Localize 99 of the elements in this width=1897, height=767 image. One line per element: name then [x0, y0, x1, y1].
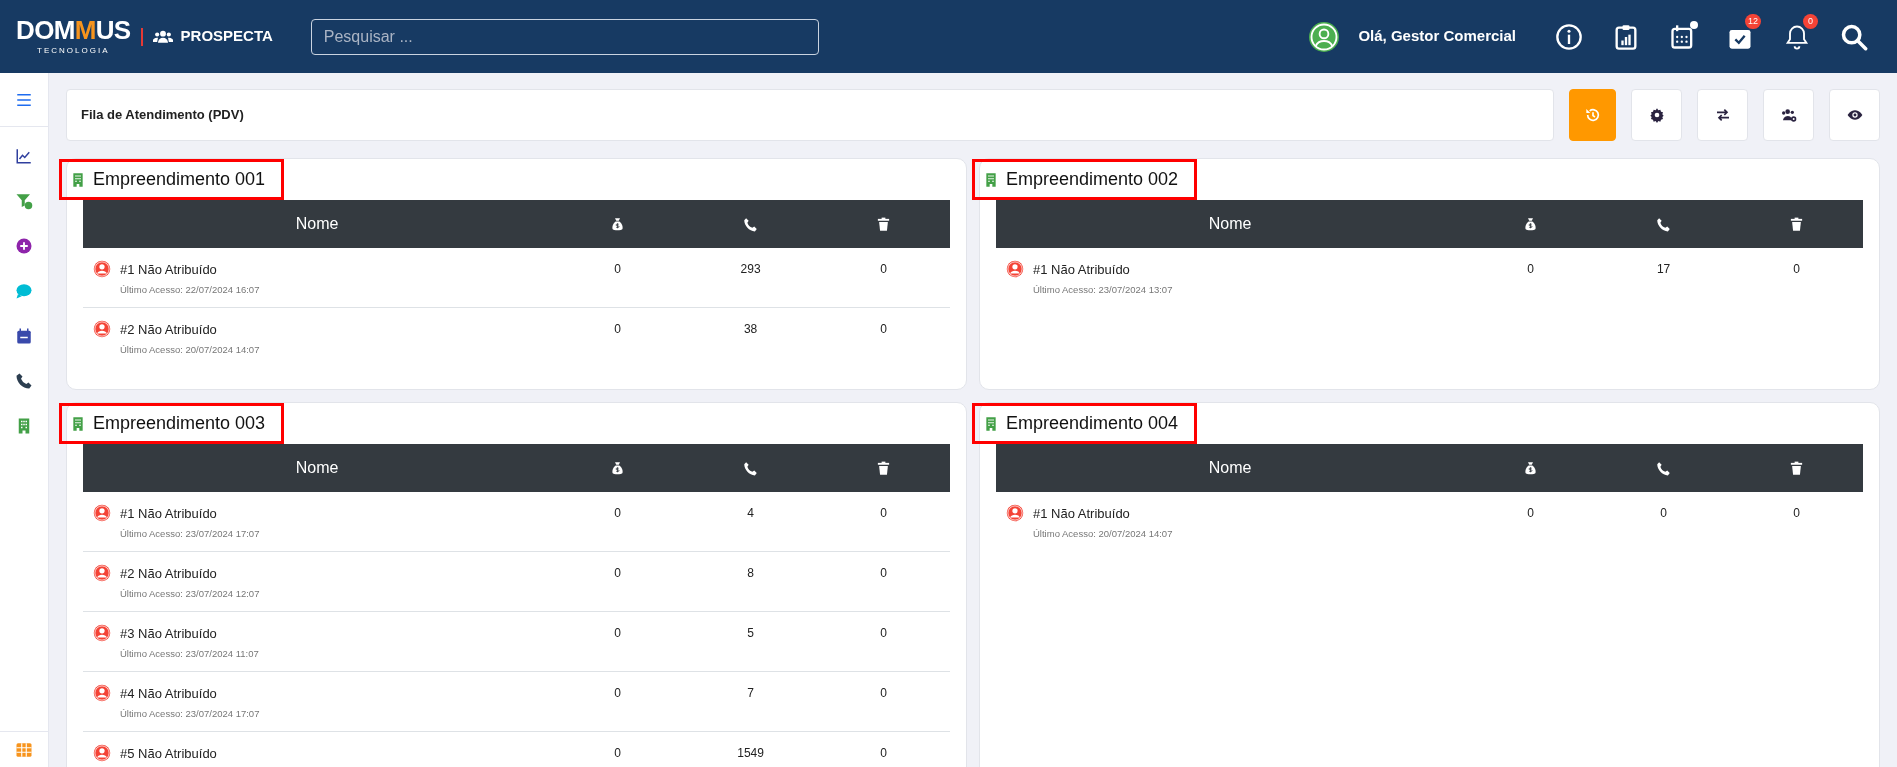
phone-icon — [743, 460, 759, 476]
phone-icon — [1656, 460, 1672, 476]
table-cell-text: 0 — [880, 625, 887, 642]
user-avatar-icon — [93, 260, 111, 278]
table-cell-text: 0 — [1527, 505, 1534, 522]
trash-icon — [876, 216, 891, 232]
column-header: Nome — [1207, 458, 1253, 478]
last-access-text: Último Acesso: 22/07/2024 16:07 — [120, 282, 260, 297]
search-icon — [1840, 22, 1868, 51]
settings-icon — [1648, 107, 1665, 123]
queue-entry-name: #1 Não Atribuído — [120, 261, 218, 279]
trash-icon — [1789, 460, 1804, 476]
user-avatar-icon — [93, 624, 111, 642]
history-icon — [1584, 107, 1601, 123]
table-cell-text: 0 — [1793, 261, 1800, 278]
last-access-text: Último Acesso: 23/07/2024 11:07 — [120, 646, 259, 661]
table-cell-text: 0 — [614, 745, 621, 762]
table-cell-text: 0 — [880, 685, 887, 702]
table-cell-text: 1549 — [737, 745, 764, 762]
building-icon — [983, 171, 999, 188]
table-cell-text: 4 — [747, 505, 754, 522]
table-cell-text: 0 — [1660, 505, 1667, 522]
money-bag-icon — [610, 460, 626, 476]
last-access-text: Último Acesso: 23/07/2024 13:07 — [1033, 282, 1173, 297]
card-title: Empreendimento 004 — [1006, 412, 1180, 435]
eye-icon — [1846, 107, 1863, 123]
queue-entry-name: #1 Não Atribuído — [120, 505, 218, 523]
grid-icon — [15, 740, 33, 759]
table-cell-text: 293 — [740, 261, 761, 278]
count-badge: 0 — [1803, 13, 1818, 29]
swap-arrows-button[interactable] — [1697, 89, 1748, 141]
last-access-text: Último Acesso: 23/07/2024 17:07 — [120, 706, 260, 721]
user-greeting: Olá, Gestor Comercial — [1358, 26, 1516, 47]
building-icon — [70, 415, 86, 432]
dommus-logo: DOMMUS TECNOLOGIA — [16, 16, 131, 57]
search-field[interactable]: Pesquisar ... — [310, 18, 819, 55]
money-bag-icon — [610, 216, 626, 232]
last-access-text: Último Acesso: 20/07/2024 14:07 — [1033, 526, 1173, 541]
table-cell-text: 0 — [614, 505, 621, 522]
table-cell-text: 0 — [614, 261, 621, 278]
money-bag-icon — [1523, 460, 1539, 476]
settings-button[interactable] — [1631, 89, 1682, 141]
user-avatar-icon — [1006, 260, 1024, 278]
table-cell-text: 5 — [747, 625, 754, 642]
user-avatar-icon — [93, 320, 111, 338]
queue-entry-name: #1 Não Atribuído — [1033, 261, 1131, 279]
money-bag-icon — [1523, 216, 1539, 232]
phone-icon — [1656, 216, 1672, 232]
table-cell-text: 8 — [747, 565, 754, 582]
table-cell-text: 0 — [880, 505, 887, 522]
phone-icon — [743, 216, 759, 232]
queue-entry-name: #5 Não Atribuído — [120, 745, 217, 763]
queue-entry-name: #2 Não Atribuído — [120, 565, 218, 583]
table-cell-text: 0 — [880, 321, 887, 338]
table-cell-text: 0 — [614, 321, 621, 338]
table-cell-text: 0 — [1793, 505, 1800, 522]
table-cell-text: 0 — [614, 685, 621, 702]
last-access-text: Último Acesso: 20/07/2024 14:07 — [120, 342, 260, 357]
avatar-icon — [1309, 21, 1340, 52]
table-cell-text: 0 — [614, 625, 621, 642]
table-cell-text: 17 — [1656, 261, 1671, 278]
users-gear-button[interactable] — [1763, 89, 1814, 141]
table-cell-text: 7 — [747, 685, 754, 702]
column-header: Nome — [294, 458, 340, 478]
table-cell-text: 0 — [614, 565, 621, 582]
queue-entry-name: #3 Não Atribuído — [120, 625, 218, 643]
column-header: Nome — [1207, 214, 1253, 234]
info-icon — [1555, 22, 1583, 51]
table-cell-text: 0 — [880, 745, 887, 762]
eye-button[interactable] — [1829, 89, 1880, 141]
user-avatar-icon — [93, 744, 111, 762]
queue-entry-name: #4 Não Atribuído — [120, 685, 218, 703]
table-cell-text: 0 — [880, 261, 887, 278]
building-icon — [983, 415, 999, 432]
page-title: Fila de Atendimento (PDV) — [81, 106, 244, 125]
user-avatar-icon — [93, 504, 111, 522]
logo-tagline: TECNOLOGIA — [37, 44, 110, 57]
queue-entry-name: #2 Não Atribuído — [120, 321, 218, 339]
module-name: PROSPECTA — [180, 26, 273, 47]
column-header: Nome — [294, 214, 340, 234]
user-avatar-icon — [93, 564, 111, 582]
queue-entry-name: #1 Não Atribuído — [1033, 505, 1131, 523]
last-access-text: Último Acesso: 23/07/2024 17:07 — [120, 526, 260, 541]
card-title: Empreendimento 003 — [93, 412, 267, 435]
last-access-text: Último Acesso: 23/07/2024 12:07 — [120, 586, 260, 601]
table-cell-text: 38 — [743, 321, 758, 338]
trash-icon — [876, 460, 891, 476]
table-cell-text: 0 — [880, 565, 887, 582]
swap-arrows-icon — [1714, 107, 1731, 123]
user-avatar-icon — [93, 684, 111, 702]
table-cell-text: 0 — [1527, 261, 1534, 278]
card-title: Empreendimento 002 — [1006, 168, 1180, 191]
building-icon — [70, 171, 86, 188]
user-avatar-icon — [1006, 504, 1024, 522]
info-button[interactable] — [1554, 21, 1584, 52]
count-badge: 12 — [1745, 13, 1761, 29]
card-title: Empreendimento 001 — [93, 168, 267, 191]
users-gear-icon — [1780, 107, 1797, 123]
trash-icon — [1789, 216, 1804, 232]
